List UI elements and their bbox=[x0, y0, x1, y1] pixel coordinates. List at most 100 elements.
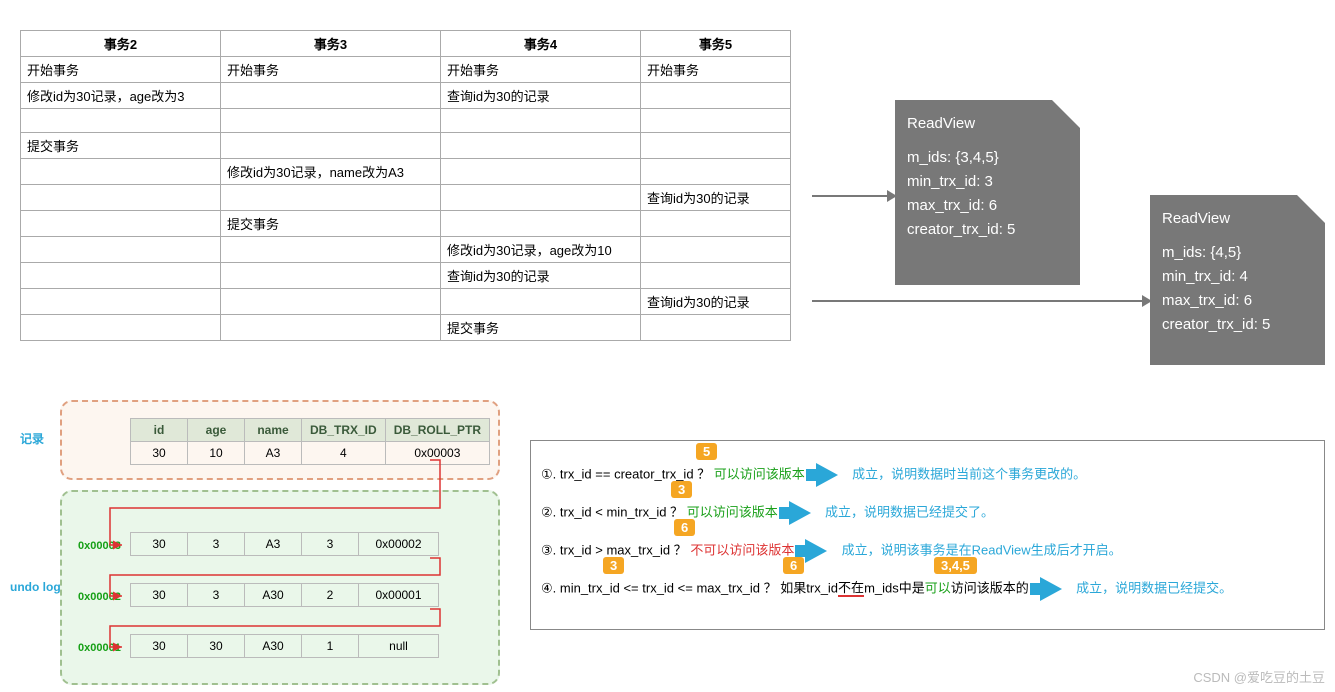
th-tx3: 事务3 bbox=[221, 31, 441, 57]
tx-cell: 提交事务 bbox=[21, 133, 221, 159]
tx-cell: 提交事务 bbox=[221, 211, 441, 237]
addr-1: 0x00003 bbox=[78, 540, 121, 552]
tx-cell: 开始事务 bbox=[21, 57, 221, 83]
rh-trxid: DB_TRX_ID bbox=[302, 419, 386, 442]
r4-notin: 不在 bbox=[838, 580, 864, 597]
tx-cell: 修改id为30记录，name改为A3 bbox=[221, 159, 441, 185]
record-table: id age name DB_TRX_ID DB_ROLL_PTR 30 10 … bbox=[130, 418, 490, 465]
rule-3: 6 ③. trx_id > max_trx_id ？ 不可以访问该版本 成立，说… bbox=[541, 539, 1314, 563]
tx-cell: 开始事务 bbox=[641, 57, 791, 83]
tx-cell bbox=[441, 159, 641, 185]
tx-cell bbox=[221, 315, 441, 341]
readview-1: ReadView m_ids: {3,4,5} min_trx_id: 3 ma… bbox=[895, 100, 1080, 285]
tx-cell bbox=[221, 263, 441, 289]
rc4: 0x00003 bbox=[385, 442, 489, 465]
tag-r3: 6 bbox=[674, 519, 695, 536]
tx-cell: 查询id为30的记录 bbox=[441, 83, 641, 109]
arrow-icon bbox=[789, 501, 811, 525]
tx-cell bbox=[221, 83, 441, 109]
undo-row-3: 3030A301null bbox=[130, 634, 439, 658]
arrow-icon bbox=[816, 463, 838, 487]
tx-cell bbox=[21, 109, 221, 133]
tx-cell bbox=[641, 133, 791, 159]
tx-cell bbox=[221, 237, 441, 263]
tx-cell: 提交事务 bbox=[441, 315, 641, 341]
tx-cell: 修改id为30记录，age改为3 bbox=[21, 83, 221, 109]
tag-r4a: 3 bbox=[603, 557, 624, 574]
rc1: 10 bbox=[188, 442, 245, 465]
tx-cell bbox=[21, 263, 221, 289]
tx-cell: 查询id为30的记录 bbox=[641, 185, 791, 211]
arrow-icon bbox=[1040, 577, 1062, 601]
tx-cell bbox=[641, 83, 791, 109]
tx-cell bbox=[441, 211, 641, 237]
r3-pre: ③. trx_id > max_trx_id ？ bbox=[541, 542, 687, 557]
transactions-table: 事务2 事务3 事务4 事务5 开始事务开始事务开始事务开始事务修改id为30记… bbox=[20, 30, 791, 341]
addr-3: 0x00001 bbox=[78, 642, 121, 654]
th-tx4: 事务4 bbox=[441, 31, 641, 57]
tx-cell bbox=[21, 315, 221, 341]
tx-cell bbox=[21, 237, 221, 263]
tx-cell bbox=[441, 289, 641, 315]
rh-id: id bbox=[131, 419, 188, 442]
r3-comment: 成立，说明该事务是在ReadView生成后才开启。 bbox=[842, 542, 1122, 557]
tx-cell bbox=[21, 185, 221, 211]
tx-cell bbox=[21, 289, 221, 315]
r1-pre: ①. trx_id == creator_trx_id ？ bbox=[541, 466, 710, 481]
r4-text2: m_ids中是 bbox=[864, 580, 925, 595]
r4-text3: 访问该版本的 bbox=[951, 580, 1029, 595]
undo-row-1: 303A330x00002 bbox=[130, 532, 439, 556]
tag-r1: 5 bbox=[696, 443, 717, 460]
tag-r4c: 3,4,5 bbox=[934, 557, 977, 574]
tx-cell bbox=[221, 289, 441, 315]
rv1-max: max_trx_id: 6 bbox=[907, 194, 1068, 218]
rv2-title: ReadView bbox=[1162, 207, 1313, 231]
r3-res: 不可以访问该版本 bbox=[690, 542, 794, 557]
r4-comment: 成立，说明数据已经提交。 bbox=[1076, 580, 1232, 595]
undo-row-2: 303A3020x00001 bbox=[130, 583, 439, 607]
rule-2: 3 ②. trx_id < min_trx_id ？ 可以访问该版本 成立，说明… bbox=[541, 501, 1314, 525]
rules-box: 5 ①. trx_id == creator_trx_id ？ 可以访问该版本 … bbox=[530, 440, 1325, 630]
rh-age: age bbox=[188, 419, 245, 442]
rv2-min: min_trx_id: 4 bbox=[1162, 265, 1313, 289]
addr-2: 0x00002 bbox=[78, 591, 121, 603]
arrow-to-rv1 bbox=[812, 195, 887, 197]
watermark: CSDN @爱吃豆的土豆 bbox=[1193, 667, 1325, 686]
tx-cell bbox=[21, 211, 221, 237]
label-record: 记录 bbox=[20, 430, 44, 447]
label-undo-log: undo log bbox=[10, 580, 61, 594]
r1-res: 可以访问该版本 bbox=[714, 466, 805, 481]
tx-cell bbox=[441, 185, 641, 211]
tx-cell bbox=[221, 133, 441, 159]
rh-name: name bbox=[245, 419, 302, 442]
tx-cell bbox=[641, 159, 791, 185]
rc3: 4 bbox=[302, 442, 386, 465]
r4-text1: ④. min_trx_id <= trx_id <= max_trx_id ？ … bbox=[541, 580, 838, 595]
tx-cell: 查询id为30的记录 bbox=[441, 263, 641, 289]
tx-cell bbox=[641, 263, 791, 289]
tx-cell bbox=[221, 185, 441, 211]
tx-cell bbox=[441, 109, 641, 133]
tx-cell bbox=[641, 237, 791, 263]
r4-can: 可以 bbox=[925, 580, 951, 595]
tag-r2: 3 bbox=[671, 481, 692, 498]
rv2-max: max_trx_id: 6 bbox=[1162, 289, 1313, 313]
tx-cell: 查询id为30的记录 bbox=[641, 289, 791, 315]
rh-rollptr: DB_ROLL_PTR bbox=[385, 419, 489, 442]
tag-r4b: 6 bbox=[783, 557, 804, 574]
rv1-mids: m_ids: {3,4,5} bbox=[907, 146, 1068, 170]
tx-cell bbox=[221, 109, 441, 133]
tx-cell bbox=[21, 159, 221, 185]
r2-comment: 成立，说明数据已经提交了。 bbox=[825, 504, 994, 519]
tx-cell bbox=[441, 133, 641, 159]
arrow-to-rv2 bbox=[812, 300, 1142, 302]
rule-4: 3 6 3,4,5 ④. min_trx_id <= trx_id <= max… bbox=[541, 577, 1314, 601]
rv2-creator: creator_trx_id: 5 bbox=[1162, 313, 1313, 337]
tx-cell bbox=[641, 315, 791, 341]
th-tx2: 事务2 bbox=[21, 31, 221, 57]
r1-comment: 成立，说明数据时当前这个事务更改的。 bbox=[852, 466, 1086, 481]
th-tx5: 事务5 bbox=[641, 31, 791, 57]
readview-2: ReadView m_ids: {4,5} min_trx_id: 4 max_… bbox=[1150, 195, 1325, 365]
rv1-title: ReadView bbox=[907, 112, 1068, 136]
rv2-mids: m_ids: {4,5} bbox=[1162, 241, 1313, 265]
